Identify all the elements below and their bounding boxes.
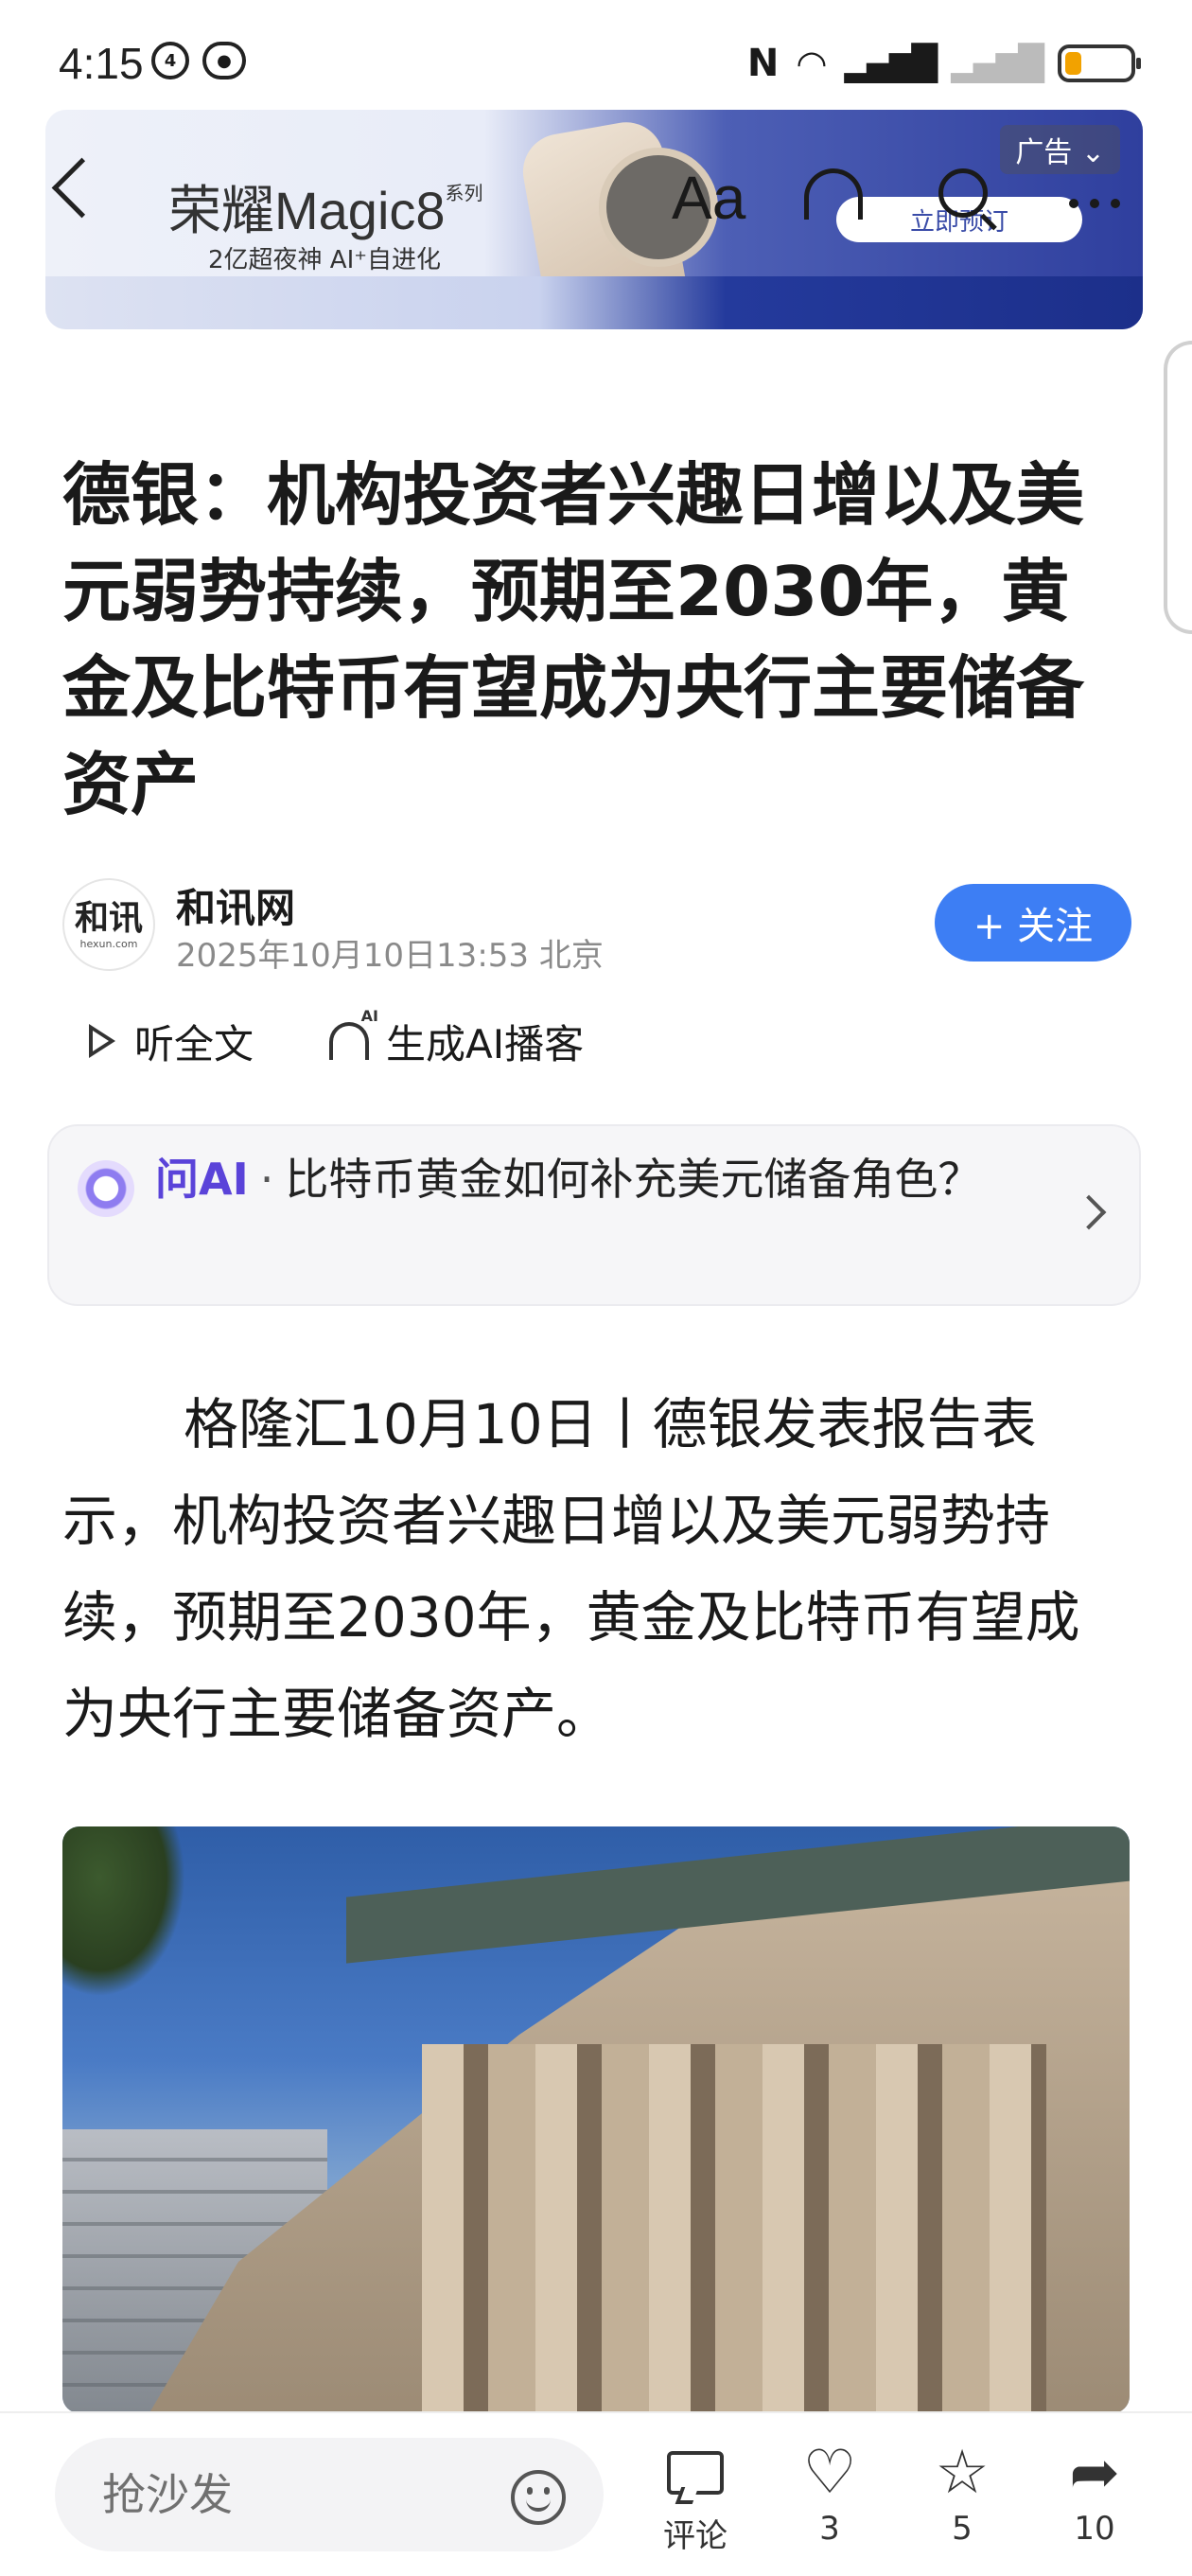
article-title: 德银：机构投资者兴趣日增以及美元弱势持续，预期至2030年，黄金及比特币有望成为… (62, 455, 1085, 824)
side-drawer-handle[interactable] (1164, 341, 1192, 634)
star-icon: ☆ (935, 2438, 990, 2508)
signal-icon: ▂▄▆█ (844, 44, 938, 83)
share-icon: ➦ (1069, 2438, 1120, 2508)
emoji-icon[interactable] (511, 2470, 566, 2525)
image-columns (422, 2044, 1046, 2413)
ask-ai-text: 问AI · 比特币黄金如何补充美元储备角色？ (155, 1147, 1063, 1211)
status-right-icons: N ◠ ▂▄▆█ ▂▄▆█ (746, 42, 1141, 85)
image-tree (62, 1826, 185, 1997)
wifi-icon: ◠ (796, 43, 828, 84)
font-size-button[interactable]: Aa (672, 163, 745, 233)
article-body: 格隆汇10月10日丨德银发表报告表示，机构投资者兴趣日增以及美元弱势持续，预期至… (62, 1392, 1080, 1746)
ask-ai-label: 问AI (155, 1154, 249, 1205)
ad-brand-suffix: 系列 (445, 184, 483, 204)
avatar-logo-text: 和讯 (74, 898, 143, 938)
status-left-icons: 4 ● (151, 42, 246, 79)
ask-ai-card[interactable]: 问AI · 比特币黄金如何补充美元储备角色？ (47, 1124, 1141, 1306)
share-button[interactable]: ➦ 10 (1043, 2436, 1147, 2548)
comment-icon-wrap (643, 2436, 747, 2510)
share-count: 10 (1074, 2510, 1115, 2548)
ask-ai-question: 比特币黄金如何补充美元储备角色？ (285, 1154, 982, 1205)
ad-label-text: 广告 (1015, 136, 1073, 169)
separator-dot: · (259, 1154, 274, 1205)
avatar-logo-sub: hexun.com (79, 937, 138, 950)
battery-fill (1065, 52, 1081, 75)
comment-button[interactable]: 评论 (643, 2436, 747, 2556)
status-bar: 4:15 4 ● N ◠ ▂▄▆█ ▂▄▆█ (0, 0, 1192, 104)
favorite-count: 5 (952, 2510, 973, 2548)
ad-banner[interactable]: 荣耀Magic8系列 2亿超夜神 AI⁺自进化 立即预订 广告 ⌄ (45, 110, 1143, 329)
generate-podcast-button[interactable]: 生成AI播客 (386, 1013, 584, 1070)
comment-icon (667, 2451, 724, 2495)
ad-brand-name: 荣耀Magic8 (168, 181, 446, 240)
eye-icon: ● (202, 42, 246, 79)
like-button[interactable]: ♡ 3 (778, 2436, 882, 2548)
avatar[interactable]: 和讯 hexun.com (62, 878, 155, 971)
ad-label[interactable]: 广告 ⌄ (1000, 125, 1120, 174)
chevron-down-icon: ⌄ (1080, 136, 1105, 169)
favorite-button[interactable]: ☆ 5 (910, 2436, 1014, 2548)
audio-actions: 听全文 生成AI播客 (85, 1007, 659, 1071)
chevron-right-icon (1071, 1194, 1107, 1230)
more-icon[interactable] (1069, 199, 1120, 208)
podcast-icon[interactable] (329, 1007, 378, 1060)
ad-tagline: 2亿超夜神 AI⁺自进化 (208, 246, 441, 274)
signal-no-sim-icon: ▂▄▆█ (951, 44, 1044, 83)
status-time: 4:15 (59, 39, 144, 88)
author-name[interactable]: 和讯网 (176, 876, 295, 934)
like-count: 3 (819, 2510, 840, 2548)
bottom-bar: 评论 ♡ 3 ☆ 5 ➦ 10 (0, 2411, 1192, 2576)
battery-icon (1058, 44, 1141, 82)
article-image[interactable] (62, 1826, 1130, 2413)
nfc-icon: N (746, 42, 780, 85)
ad-brand: 荣耀Magic8系列 (168, 168, 483, 245)
headphone-icon[interactable] (804, 168, 863, 220)
comment-label: 评论 (663, 2517, 727, 2555)
ai-logo-icon (78, 1160, 134, 1217)
follow-button[interactable]: + 关注 (935, 884, 1131, 962)
ad-stripe (45, 276, 1143, 329)
listen-full-text-button[interactable]: 听全文 (134, 1013, 254, 1070)
author-row: 和讯 hexun.com 和讯网 2025年10月10日13:53 北京 + 关… (62, 873, 1131, 977)
heart-icon: ♡ (802, 2438, 857, 2508)
hd-icon: 4 (151, 42, 189, 79)
search-icon[interactable] (938, 168, 988, 218)
publish-meta: 2025年10月10日13:53 北京 (176, 937, 604, 975)
